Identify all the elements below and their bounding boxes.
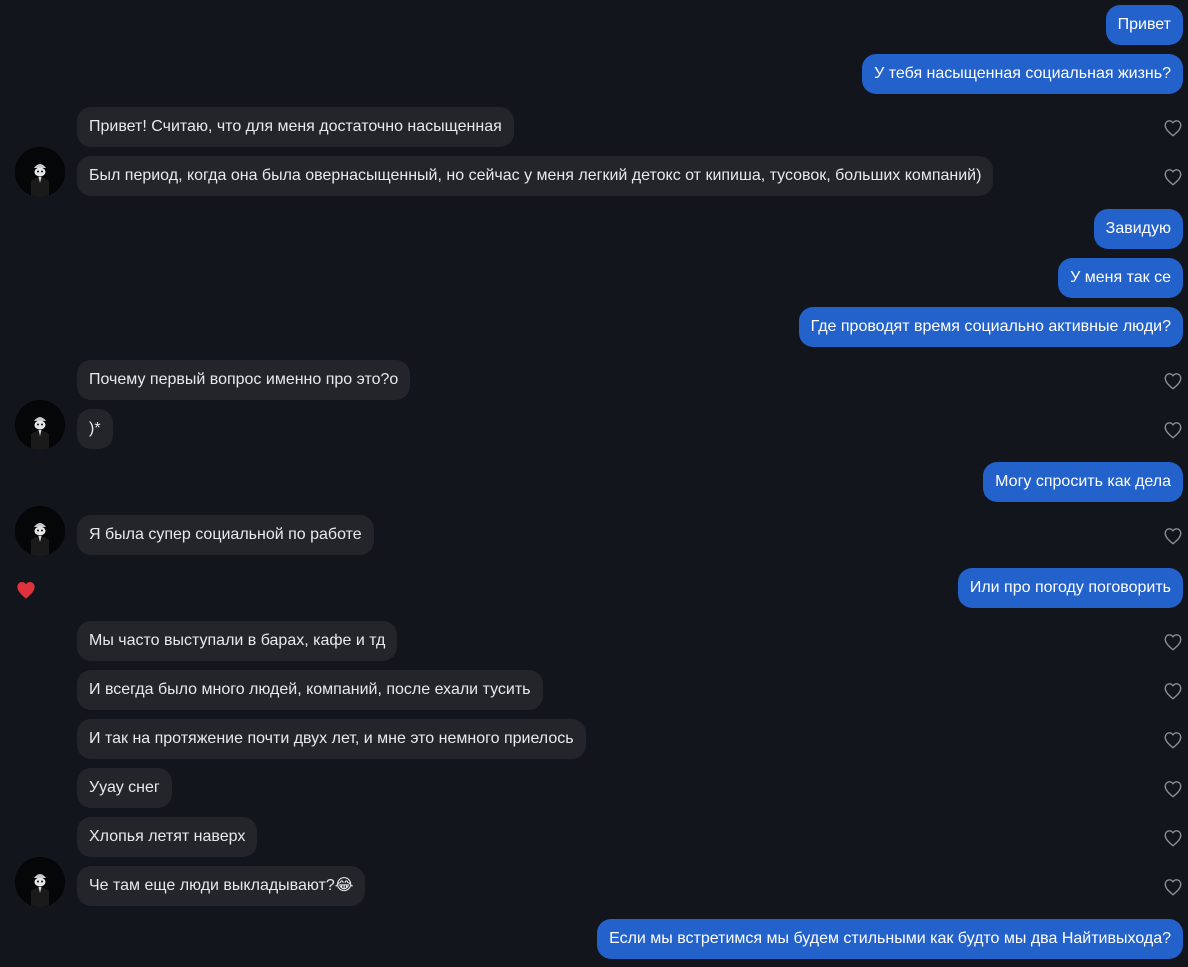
like-heart-icon[interactable] (1163, 633, 1183, 651)
message-bubble-outgoing[interactable]: Могу спросить как дела (983, 462, 1183, 502)
contact-avatar[interactable] (15, 400, 65, 450)
message-bubble-incoming[interactable]: Хлопья летят наверх (77, 817, 258, 857)
contact-avatar[interactable] (15, 147, 65, 197)
message-bubble-incoming[interactable]: )* (77, 409, 113, 449)
like-heart-icon[interactable] (1163, 878, 1183, 896)
message-bubble-outgoing[interactable]: У меня так се (1058, 258, 1183, 298)
message-bubble-incoming[interactable]: Почему первый вопрос именно про это?о (77, 360, 411, 400)
like-heart-icon[interactable] (1163, 372, 1183, 390)
contact-avatar[interactable] (15, 506, 65, 556)
like-heart-icon[interactable] (1163, 527, 1183, 545)
message-bubble-incoming[interactable]: Был период, когда она была овернасыщенны… (77, 156, 994, 196)
like-heart-icon[interactable] (1163, 421, 1183, 439)
message-bubble-incoming[interactable]: Мы часто выступали в барах, кафе и тд (77, 621, 398, 661)
message-bubble-outgoing[interactable]: Привет (1105, 5, 1183, 45)
contact-avatar[interactable] (15, 857, 65, 907)
message-bubble-outgoing[interactable]: Или про погоду поговорить (957, 568, 1183, 608)
message-bubble-incoming[interactable]: И всегда было много людей, компаний, пос… (77, 670, 543, 710)
message-bubble-outgoing[interactable]: Завидую (1093, 209, 1183, 249)
message-bubble-incoming[interactable]: И так на протяжение почти двух лет, и мн… (77, 719, 586, 759)
like-heart-icon[interactable] (1163, 682, 1183, 700)
like-heart-icon[interactable] (1163, 780, 1183, 798)
message-bubble-outgoing[interactable]: Если мы встретимся мы будем стильными ка… (597, 919, 1183, 959)
chat-thread: Привет У тебя насыщенная социальная жизн… (0, 0, 1188, 967)
like-heart-icon[interactable] (1163, 119, 1183, 137)
like-heart-icon[interactable] (1163, 168, 1183, 186)
message-bubble-incoming[interactable]: Я была супер социальной по работе (77, 515, 374, 555)
message-bubble-outgoing[interactable]: У тебя насыщенная социальная жизнь? (862, 54, 1183, 94)
message-bubble-incoming[interactable]: Ууау снег (77, 768, 172, 808)
message-bubble-incoming[interactable]: Привет! Считаю, что для меня достаточно … (77, 107, 514, 147)
message-bubble-incoming[interactable]: Че там еще люди выкладывают?😂 (77, 866, 366, 906)
message-bubble-outgoing[interactable]: Где проводят время социально активные лю… (798, 307, 1183, 347)
heart-reaction-icon (15, 580, 37, 600)
like-heart-icon[interactable] (1163, 731, 1183, 749)
like-heart-icon[interactable] (1163, 829, 1183, 847)
